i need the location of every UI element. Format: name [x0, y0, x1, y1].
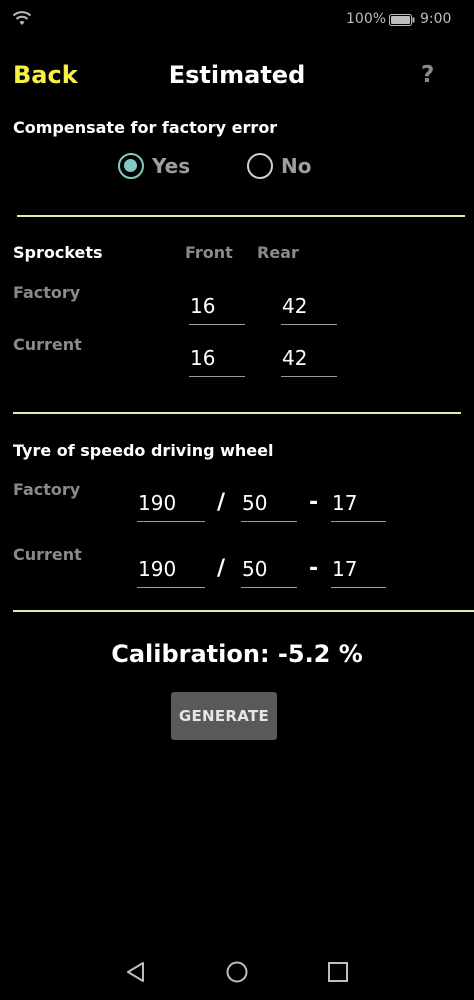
dash-separator: -: [309, 556, 319, 581]
current-front-sprocket-input[interactable]: 16: [189, 343, 245, 377]
compensate-label: Compensate for factory error: [13, 118, 278, 137]
column-rear: Rear: [257, 243, 299, 262]
tyre-title: Tyre of speedo driving wheel: [13, 441, 274, 460]
slash-separator: /: [217, 490, 226, 515]
battery-percent: 100%: [346, 11, 387, 27]
help-button[interactable]: ?: [421, 62, 434, 88]
recents-square-icon[interactable]: [327, 961, 349, 983]
factory-tyre-width-input[interactable]: 190: [137, 488, 205, 522]
dash-separator: -: [309, 490, 319, 515]
slash-separator: /: [217, 556, 226, 581]
current-tyre-width-input[interactable]: 190: [137, 554, 205, 588]
factory-front-sprocket-input[interactable]: 16: [189, 291, 245, 325]
back-triangle-icon[interactable]: [124, 960, 148, 984]
sprockets-title: Sprockets: [13, 243, 103, 262]
clock: 9:00: [420, 11, 452, 27]
wifi-icon: [12, 11, 32, 25]
radio-yes-label: Yes: [152, 154, 191, 178]
current-rear-sprocket-input[interactable]: 42: [281, 343, 337, 377]
radio-checked-icon: [118, 153, 144, 179]
tyre-current-label: Current: [13, 545, 82, 564]
calibration-result: Calibration: -5.2 %: [111, 640, 363, 668]
divider: [13, 412, 461, 414]
sprockets-current-label: Current: [13, 335, 82, 354]
generate-button[interactable]: GENERATE: [171, 692, 277, 740]
factory-rear-sprocket-input[interactable]: 42: [281, 291, 337, 325]
factory-tyre-profile-input[interactable]: 50: [241, 488, 297, 522]
radio-yes[interactable]: Yes: [118, 153, 190, 179]
back-button[interactable]: Back: [13, 61, 78, 89]
factory-tyre-rim-input[interactable]: 17: [331, 488, 386, 522]
sprockets-factory-label: Factory: [13, 283, 81, 302]
tyre-factory-label: Factory: [13, 480, 81, 499]
current-tyre-profile-input[interactable]: 50: [241, 554, 297, 588]
divider: [17, 215, 465, 217]
battery-icon: [389, 14, 415, 26]
divider: [13, 610, 474, 612]
radio-no[interactable]: No: [247, 153, 311, 179]
status-bar: 100% 9:00: [0, 0, 474, 40]
home-circle-icon[interactable]: [225, 960, 249, 984]
radio-no-label: No: [281, 154, 312, 178]
column-front: Front: [185, 243, 233, 262]
radio-unchecked-icon: [247, 153, 273, 179]
current-tyre-rim-input[interactable]: 17: [331, 554, 386, 588]
